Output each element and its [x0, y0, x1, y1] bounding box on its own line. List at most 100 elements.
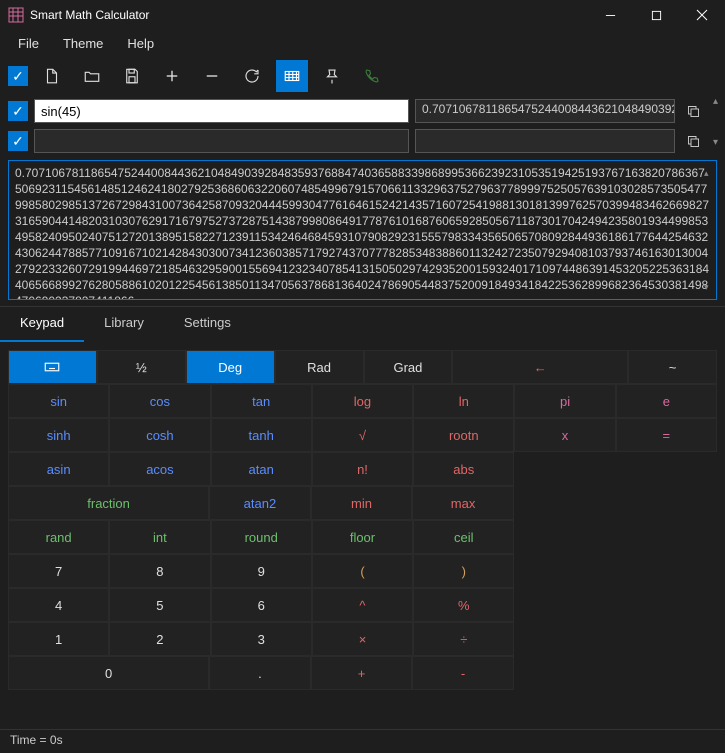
refresh-button[interactable]: [236, 60, 268, 92]
key-minus[interactable]: -: [412, 656, 514, 690]
keypad-toggle-button[interactable]: [276, 60, 308, 92]
key-x[interactable]: x: [514, 418, 615, 452]
key-half[interactable]: ½: [97, 350, 186, 384]
result-output-1: 0.70710678118654752440084436210484903928: [415, 99, 675, 123]
key-floor[interactable]: floor: [312, 520, 413, 554]
key-ceil[interactable]: ceil: [413, 520, 514, 554]
big-result-panel: 0.70710678118654752440084436210484903928…: [8, 160, 717, 300]
key-tanh[interactable]: tanh: [211, 418, 312, 452]
key-cosh[interactable]: cosh: [109, 418, 210, 452]
key-empty: [616, 520, 717, 554]
copy-button-1[interactable]: [681, 99, 705, 123]
key-6[interactable]: 6: [211, 588, 312, 622]
remove-button[interactable]: [196, 60, 228, 92]
key-empty: [616, 452, 717, 486]
toolbar: ✓: [0, 56, 725, 96]
key-lparen[interactable]: (: [312, 554, 413, 588]
key-log[interactable]: log: [312, 384, 413, 418]
status-text: Time = 0s: [10, 733, 63, 747]
key-7[interactable]: 7: [8, 554, 109, 588]
keypad: ½ Deg Rad Grad ← ~ sin cos tan log ln pi…: [0, 342, 725, 698]
key-empty: [514, 588, 615, 622]
phone-button[interactable]: [356, 60, 388, 92]
minimize-button[interactable]: [587, 0, 633, 30]
menu-theme[interactable]: Theme: [53, 32, 113, 55]
key-sqrt[interactable]: √: [312, 418, 413, 452]
key-grad[interactable]: Grad: [364, 350, 453, 384]
menubar: File Theme Help: [0, 30, 725, 56]
key-pi[interactable]: pi: [514, 384, 615, 418]
key-empty: [616, 622, 717, 656]
menu-help[interactable]: Help: [117, 32, 164, 55]
key-acos[interactable]: acos: [109, 452, 210, 486]
key-empty: [616, 554, 717, 588]
input-row-1: ✓ 0.707106781186547524400844362104849039…: [0, 96, 713, 126]
key-5[interactable]: 5: [109, 588, 210, 622]
key-4[interactable]: 4: [8, 588, 109, 622]
key-mod[interactable]: %: [413, 588, 514, 622]
key-8[interactable]: 8: [109, 554, 210, 588]
key-tilde[interactable]: ~: [628, 350, 717, 384]
tab-settings[interactable]: Settings: [164, 307, 251, 342]
tab-keypad[interactable]: Keypad: [0, 307, 84, 342]
key-atan[interactable]: atan: [211, 452, 312, 486]
key-rand[interactable]: rand: [8, 520, 109, 554]
key-asin[interactable]: asin: [8, 452, 109, 486]
key-rad[interactable]: Rad: [275, 350, 364, 384]
key-1[interactable]: 1: [8, 622, 109, 656]
expression-input-2[interactable]: [34, 129, 409, 153]
key-tan[interactable]: tan: [211, 384, 312, 418]
pin-button[interactable]: [316, 60, 348, 92]
key-fact[interactable]: n!: [312, 452, 413, 486]
key-9[interactable]: 9: [211, 554, 312, 588]
key-pow[interactable]: ^: [312, 588, 413, 622]
key-deg[interactable]: Deg: [186, 350, 275, 384]
expression-input-1[interactable]: [34, 99, 409, 123]
key-fraction[interactable]: fraction: [8, 486, 209, 520]
open-file-button[interactable]: [76, 60, 108, 92]
key-empty: [514, 554, 615, 588]
key-rootn[interactable]: rootn: [413, 418, 514, 452]
result-output-2: [415, 129, 675, 153]
result-scroll[interactable]: ▴▾: [704, 165, 714, 295]
row2-checkbox[interactable]: ✓: [8, 131, 28, 151]
key-abs[interactable]: abs: [413, 452, 514, 486]
key-sinh[interactable]: sinh: [8, 418, 109, 452]
key-cos[interactable]: cos: [109, 384, 210, 418]
key-0[interactable]: 0: [8, 656, 209, 690]
key-e[interactable]: e: [616, 384, 717, 418]
key-eq[interactable]: =: [616, 418, 717, 452]
key-empty: [615, 486, 717, 520]
add-button[interactable]: [156, 60, 188, 92]
close-button[interactable]: [679, 0, 725, 30]
key-sin[interactable]: sin: [8, 384, 109, 418]
tab-library[interactable]: Library: [84, 307, 164, 342]
app-icon: [8, 7, 24, 23]
row1-checkbox[interactable]: ✓: [8, 101, 28, 121]
key-mul[interactable]: ×: [312, 622, 413, 656]
key-2[interactable]: 2: [109, 622, 210, 656]
key-backspace[interactable]: ←: [452, 350, 628, 384]
rows-scroll[interactable]: ▴▾: [713, 96, 725, 148]
key-div[interactable]: ÷: [413, 622, 514, 656]
key-3[interactable]: 3: [211, 622, 312, 656]
toolbar-check[interactable]: ✓: [8, 66, 28, 86]
copy-button-2[interactable]: [681, 129, 705, 153]
key-max[interactable]: max: [412, 486, 514, 520]
key-rparen[interactable]: ): [413, 554, 514, 588]
maximize-button[interactable]: [633, 0, 679, 30]
key-empty: [615, 656, 717, 690]
save-button[interactable]: [116, 60, 148, 92]
key-atan2[interactable]: atan2: [209, 486, 311, 520]
key-min[interactable]: min: [311, 486, 413, 520]
statusbar: Time = 0s: [0, 729, 725, 753]
key-keyboard-icon[interactable]: [8, 350, 97, 384]
new-file-button[interactable]: [36, 60, 68, 92]
menu-file[interactable]: File: [8, 32, 49, 55]
key-empty: [514, 520, 615, 554]
key-dot[interactable]: .: [209, 656, 311, 690]
key-ln[interactable]: ln: [413, 384, 514, 418]
key-round[interactable]: round: [211, 520, 312, 554]
key-int[interactable]: int: [109, 520, 210, 554]
key-plus[interactable]: +: [311, 656, 413, 690]
